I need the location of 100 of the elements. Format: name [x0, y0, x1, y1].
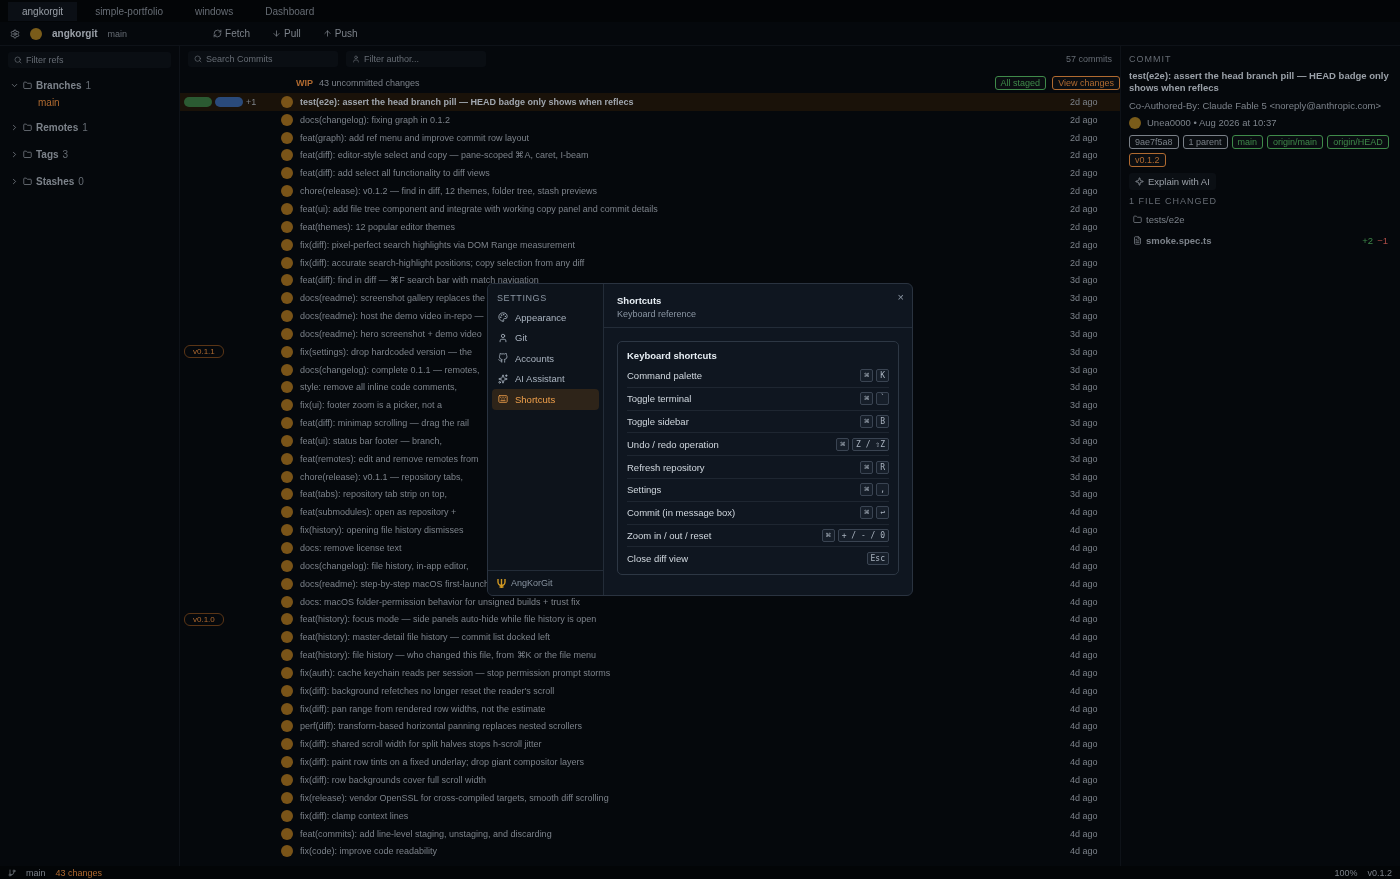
commit-time: 4d ago — [1070, 739, 1099, 750]
repo-tab[interactable]: angkorgit — [8, 1, 78, 21]
status-zoom[interactable]: 100% — [1334, 867, 1358, 878]
person-icon — [498, 332, 508, 343]
section-label[interactable]: Remotes — [36, 122, 79, 133]
commit-message[interactable]: docs(changelog): file history, in-app editor, — [294, 560, 469, 571]
commit-message[interactable]: feat(tabs): repository tab strip on top, — [294, 489, 448, 500]
commit-message[interactable]: fix(diff): row backgrounds cover full scroll width — [294, 775, 486, 785]
commit-message[interactable]: fix(release): vendor OpenSSL for cross-compiled targets, smooth diff scrolling — [294, 792, 609, 803]
close-button[interactable]: × — [897, 292, 904, 303]
commit-node-icon — [280, 130, 294, 145]
ref-pill[interactable] — [184, 96, 212, 107]
arrow-up-icon — [322, 29, 332, 38]
repo-tab[interactable]: simple-portfolio — [81, 1, 177, 21]
folder-icon — [23, 81, 32, 90]
nav-item[interactable]: Appearance — [492, 307, 599, 328]
toolbar-button[interactable]: Push — [316, 26, 364, 41]
wip-badge[interactable]: View changes — [1052, 75, 1120, 90]
section-label[interactable]: Stashes — [36, 176, 75, 187]
commit-message[interactable]: fix(diff): accurate search-highlight positions; copy selection from any diff — [294, 257, 585, 268]
commit-message[interactable]: docs(changelog): complete 0.1.1 — remotes, — [294, 364, 480, 375]
commit-message[interactable]: docs(readme): hero screenshot + demo video — [294, 328, 482, 339]
commit-message[interactable]: fix(diff): pixel-perfect search highlights via DOM Range measurement — [294, 239, 575, 250]
search-field[interactable]: Search Commits — [188, 51, 338, 67]
key-cap: ⌘ — [860, 483, 874, 497]
file-name[interactable]: smoke.spec.ts — [1146, 234, 1212, 246]
commit-message[interactable]: feat(diff): add select all functionality to diff views — [294, 168, 490, 179]
commit-time: 2d ago — [1070, 132, 1099, 143]
commit-message[interactable]: feat(diff): minimap scrolling — drag the rail — [294, 418, 469, 429]
commit-message[interactable]: docs(changelog): fixing graph in 0.1.2 — [294, 114, 451, 125]
folder-name[interactable]: tests/e2e — [1146, 213, 1185, 225]
commit-message[interactable]: docs(readme): host the demo video in-repo — — [294, 311, 484, 322]
chevron-right-icon[interactable] — [10, 177, 19, 186]
commit-message[interactable]: chore(release): v0.1.2 — find in diff, 12 themes, folder tree, stash previews — [294, 186, 597, 197]
commit-message[interactable]: feat(ui): status bar footer — branch, — [294, 435, 443, 446]
repo-tab[interactable]: Dashboard — [251, 1, 329, 21]
commit-message[interactable]: fix(ui): footer zoom is a picker, not a — [294, 400, 443, 411]
commit-time: 4d ago — [1070, 757, 1099, 768]
commit-message[interactable]: feat(themes): 12 popular editor themes — [294, 221, 456, 232]
nav-item[interactable]: Git — [492, 327, 599, 348]
commit-message[interactable]: fix(diff): shared scroll width for split halves stops h-scroll jitter — [294, 739, 542, 750]
chevron-down-icon[interactable] — [10, 81, 19, 90]
settings-icon[interactable] — [10, 28, 20, 39]
commit-message[interactable]: docs: macOS folder-permission behavior for unsigned builds + trust fix — [294, 596, 580, 607]
commit-message[interactable]: feat(diff): find in diff — ⌘F search bar with match navigation — [294, 275, 539, 286]
nav-item[interactable]: AI Assistant — [492, 368, 599, 389]
branch-item[interactable]: main — [8, 95, 171, 110]
toolbar-button[interactable]: Fetch — [207, 26, 257, 41]
section-label[interactable]: Branches — [36, 80, 82, 91]
commit-message[interactable]: fix(history): opening file history dismisses — [294, 525, 464, 536]
commit-message[interactable]: fix(diff): clamp context lines — [294, 810, 409, 821]
commit-message[interactable]: fix(diff): pan range from rendered row widths, not the estimate — [294, 703, 546, 714]
commit-message[interactable]: feat(commits): add line-level staging, unstaging, and discarding — [294, 828, 552, 839]
commit-message[interactable]: feat(history): file history — who changed this file, from ⌘K or the file menu — [294, 650, 597, 661]
filter-field[interactable]: Filter refs — [8, 52, 171, 68]
commit-message[interactable]: perf(diff): transform-based horizontal panning replaces nested scrollers — [294, 721, 582, 732]
commit-message[interactable]: fix(code): improve code readability — [294, 846, 438, 857]
repo-tab[interactable]: windows — [180, 1, 248, 21]
file-icon — [1133, 235, 1142, 245]
commit-message[interactable]: style: remove all inline code comments, — [294, 382, 458, 393]
commit-message[interactable]: fix(diff): paint row tints on a fixed underlay; drop giant compositor layers — [294, 757, 584, 768]
shortcut-action: Settings — [627, 484, 662, 496]
nav-item[interactable]: Shortcuts — [492, 389, 599, 410]
commit-time: 4d ago — [1070, 543, 1099, 553]
explain-button[interactable]: Explain with AI — [1129, 172, 1216, 190]
ref-badge: v0.1.2 — [1129, 152, 1166, 167]
chevron-right-icon[interactable] — [10, 150, 19, 159]
commit-time: 4d ago — [1070, 632, 1099, 643]
ref-pill[interactable] — [215, 96, 243, 107]
commit-node-icon — [280, 755, 294, 770]
commit-message[interactable]: docs(readme): screenshot gallery replaces the — [294, 293, 486, 304]
nav-item[interactable]: Accounts — [492, 348, 599, 369]
commit-message[interactable]: feat(submodules): open as repository + — [294, 507, 457, 518]
commit-message[interactable]: fix(diff): background refetches no longer reset the reader's scroll — [294, 685, 555, 696]
commit-message[interactable]: chore(release): v0.1.1 — repository tabs, — [294, 471, 464, 482]
key-cap: ⌘ — [860, 506, 874, 520]
chevron-right-icon[interactable] — [10, 123, 19, 132]
commit-message[interactable]: fix(settings): drop hardcoded version — the — [294, 346, 473, 357]
commit-node-icon — [280, 112, 294, 127]
toolbar-button[interactable]: Pull — [266, 26, 307, 41]
commit-message[interactable]: fix(auth): cache keychain reads per session — stop permission prompt storms — [294, 667, 611, 678]
commit-message[interactable]: feat(graph): add ref menu and improve commit row layout — [294, 132, 530, 143]
commit-message[interactable]: test(e2e): assert the head branch pill — HEAD badge only shows when reflecs — [294, 96, 634, 107]
author-field[interactable]: Filter author... — [346, 51, 486, 67]
commit-node-icon — [280, 273, 294, 288]
wip-badge[interactable]: All staged — [994, 75, 1047, 90]
commit-message[interactable]: feat(history): master-detail file history — commit list docked left — [294, 632, 551, 643]
commit-time: 4d ago — [1070, 614, 1099, 625]
commit-message[interactable]: feat(history): focus mode — side panels auto-hide while file history is open — [294, 614, 597, 625]
commit-node-icon — [280, 469, 294, 484]
commit-node-icon — [280, 94, 294, 109]
tag-pill[interactable]: v0.1.0 — [184, 612, 224, 626]
commit-message[interactable]: docs: remove license text — [294, 543, 402, 553]
commit-message[interactable]: docs(readme): step-by-step macOS first-launch — [294, 578, 490, 589]
logo-icon — [497, 578, 506, 588]
tag-pill[interactable]: v0.1.1 — [184, 345, 224, 359]
section-label[interactable]: Tags — [36, 149, 59, 160]
commit-message[interactable]: feat(diff): editor-style select and copy — pane-scoped ⌘A, caret, I-beam — [294, 150, 589, 161]
commit-message[interactable]: feat(ui): add file tree component and integrate with working copy panel and commit details — [294, 204, 658, 214]
commit-message[interactable]: feat(remotes): edit and remove remotes from — [294, 453, 479, 464]
